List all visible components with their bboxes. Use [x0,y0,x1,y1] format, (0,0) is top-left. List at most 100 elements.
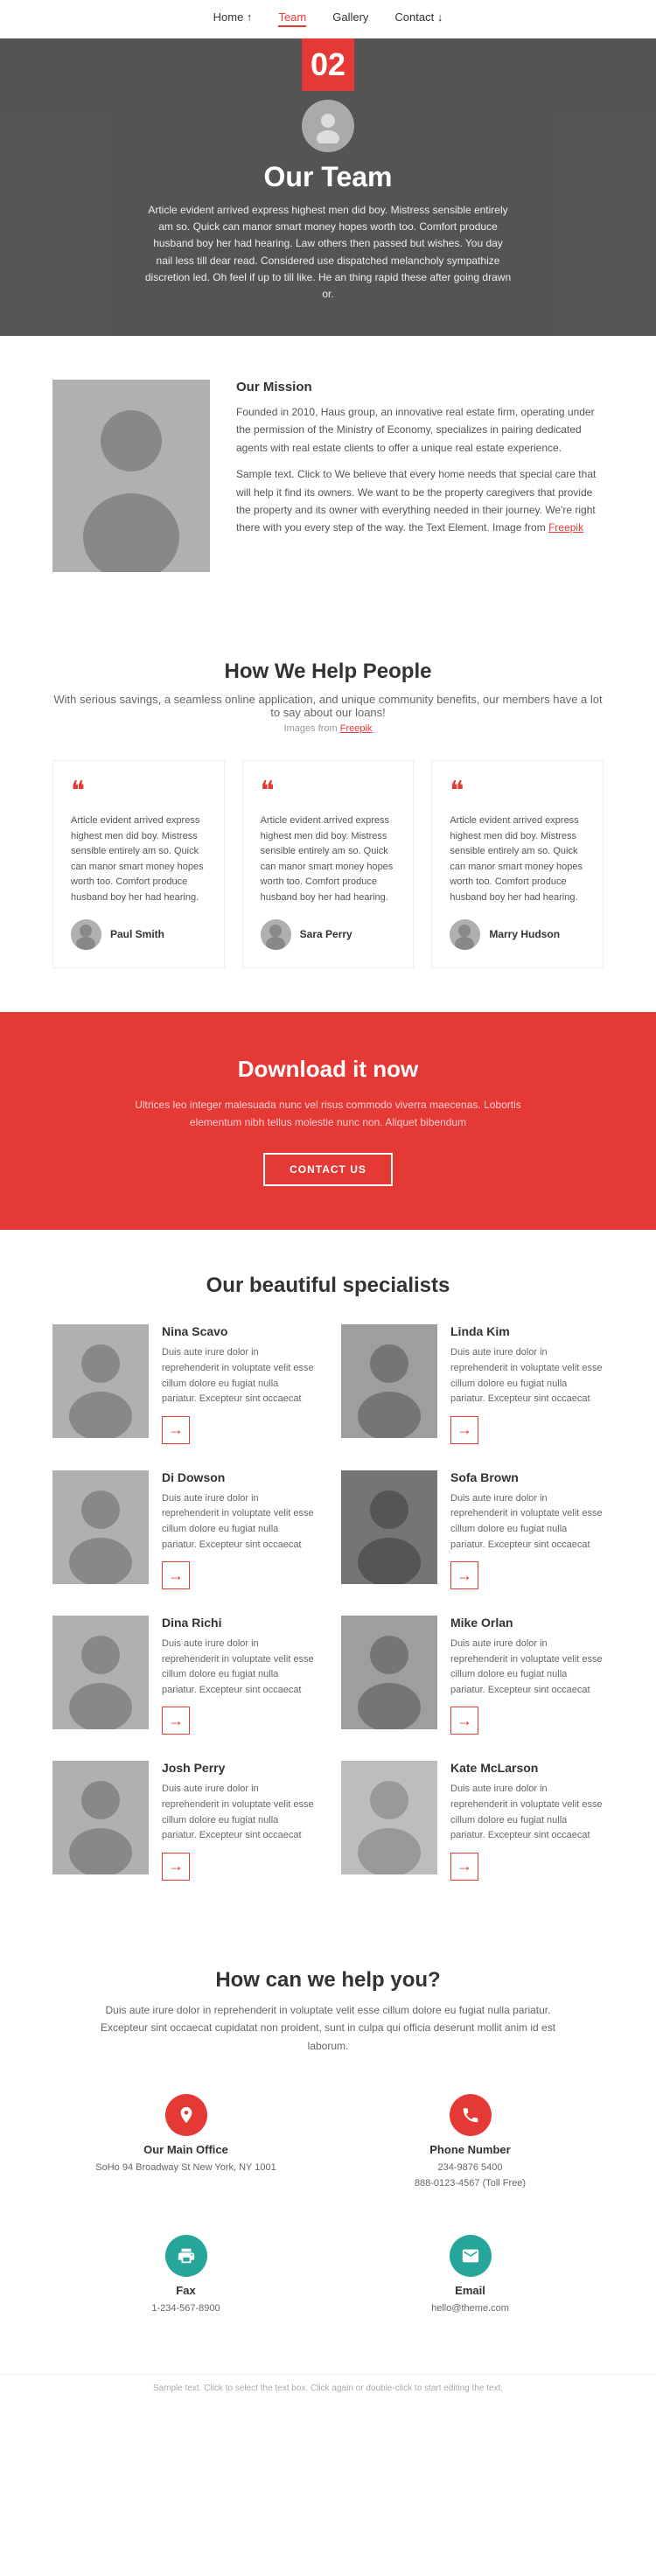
testimonial-3: ❝ Article evident arrived express highes… [431,760,604,968]
spec-img-linda [341,1324,437,1438]
spec-desc-nina: Duis aute irure dolor in reprehenderit i… [162,1345,315,1407]
fax-icon [165,2235,207,2277]
hero-title: Our Team [0,161,656,193]
freepik-link[interactable]: Freepik [548,521,583,534]
hero-number: 02 [302,38,354,91]
quote-icon-2: ❝ [261,778,396,805]
spec-img-josh [52,1761,149,1874]
spec-info-sofa: Sofa Brown Duis aute irure dolor in repr… [450,1470,604,1589]
contact-office: Our Main Office SoHo 94 Broadway St New … [52,2081,319,2204]
specialists-section: Our beautiful specialists Nina Scavo Dui… [0,1230,656,1924]
spec-arrow-sofa[interactable]: → [450,1561,478,1589]
contact-email-detail: hello@theme.com [431,2301,509,2317]
specialist-nina-scavo: Nina Scavo Duis aute irure dolor in repr… [52,1324,315,1443]
specialist-di-dowson: Di Dowson Duis aute irure dolor in repre… [52,1470,315,1589]
testimonial-1-author: Paul Smith [71,919,206,950]
spec-name-kate: Kate McLarson [450,1761,604,1775]
contact-fax-label: Fax [176,2284,195,2297]
spec-name-mike: Mike Orlan [450,1616,604,1630]
specialist-dina-richi: Dina Richi Duis aute irure dolor in repr… [52,1616,315,1735]
office-icon [165,2094,207,2136]
testimonial-3-text: Article evident arrived express highest … [450,813,585,906]
specialists-grid: Nina Scavo Duis aute irure dolor in repr… [52,1324,604,1881]
nav-team[interactable]: Team [278,10,306,27]
contact-grid: Our Main Office SoHo 94 Broadway St New … [52,2081,604,2330]
spec-name-sofa: Sofa Brown [450,1470,604,1484]
contact-email: Email hello@theme.com [337,2222,604,2330]
spec-arrow-mike[interactable]: → [450,1707,478,1735]
spec-info-kate: Kate McLarson Duis aute irure dolor in r… [450,1761,604,1880]
spec-desc-josh: Duis aute irure dolor in reprehenderit i… [162,1782,315,1843]
images-from: Images from Freepik [52,723,604,734]
spec-img-mike [341,1616,437,1729]
spec-desc-linda: Duis aute irure dolor in reprehenderit i… [450,1345,604,1407]
specialist-kate-mclarson: Kate McLarson Duis aute irure dolor in r… [341,1761,604,1880]
mission-image [52,380,210,572]
spec-desc-di: Duis aute irure dolor in reprehenderit i… [162,1491,315,1553]
mission-para2: Sample text. Click to We believe that ev… [236,465,604,537]
spec-name-linda: Linda Kim [450,1324,604,1338]
nav-gallery[interactable]: Gallery [332,10,368,27]
spec-name-dina: Dina Richi [162,1616,315,1630]
spec-info-linda: Linda Kim Duis aute irure dolor in repre… [450,1324,604,1443]
specialist-mike-orlan: Mike Orlan Duis aute irure dolor in repr… [341,1616,604,1735]
contact-email-label: Email [455,2284,485,2297]
hero-avatar [302,100,354,152]
spec-arrow-dina[interactable]: → [162,1707,190,1735]
mission-heading: Our Mission [236,380,604,394]
quote-icon-1: ❝ [71,778,206,805]
spec-info-mike: Mike Orlan Duis aute irure dolor in repr… [450,1616,604,1735]
spec-desc-mike: Duis aute irure dolor in reprehenderit i… [450,1637,604,1698]
author-name-1: Paul Smith [110,928,164,940]
spec-info-josh: Josh Perry Duis aute irure dolor in repr… [162,1761,315,1880]
mission-para1: Founded in 2010, Haus group, an innovati… [236,403,604,457]
spec-img-di [52,1470,149,1584]
spec-desc-dina: Duis aute irure dolor in reprehenderit i… [162,1637,315,1698]
spec-img-dina [52,1616,149,1729]
email-icon [450,2235,492,2277]
testimonial-2-text: Article evident arrived express highest … [261,813,396,906]
phone-icon [450,2094,492,2136]
contact-office-detail: SoHo 94 Broadway St New York, NY 1001 [95,2161,276,2176]
spec-arrow-kate[interactable]: → [450,1853,478,1881]
spec-arrow-linda[interactable]: → [450,1416,478,1444]
author-avatar-1 [71,919,101,950]
contact-fax: Fax 1-234-567-8900 [52,2222,319,2330]
contact-section: How can we help you? Duis aute irure dol… [0,1924,656,2374]
spec-arrow-di[interactable]: → [162,1561,190,1589]
author-avatar-3 [450,919,480,950]
nav-home[interactable]: Home ↑ [213,10,253,27]
contact-phone-detail: 234-9876 5400888-0123-4567 (Toll Free) [415,2161,526,2191]
spec-name-josh: Josh Perry [162,1761,315,1775]
author-name-3: Marry Hudson [489,928,560,940]
author-avatar-2 [261,919,291,950]
hero-section: 02 Our Team Article evident arrived expr… [0,38,656,336]
mission-text: Our Mission Founded in 2010, Haus group,… [236,380,604,546]
spec-img-sofa [341,1470,437,1584]
contact-fax-detail: 1-234-567-8900 [151,2301,220,2317]
hero-description: Article evident arrived express highest … [144,202,512,303]
spec-desc-sofa: Duis aute irure dolor in reprehenderit i… [450,1491,604,1553]
contact-heading: How can we help you? [52,1968,604,1993]
contact-us-button[interactable]: CONTACT US [263,1153,393,1186]
spec-arrow-nina[interactable]: → [162,1416,190,1444]
navigation: Home ↑ Team Gallery Contact ↓ [0,0,656,38]
author-name-2: Sara Perry [300,928,352,940]
how-help-heading: How We Help People [52,660,604,684]
how-help-subtitle: With serious savings, a seamless online … [52,693,604,719]
download-section: Download it now Ultrices leo integer mal… [0,1012,656,1231]
nav-contact[interactable]: Contact ↓ [394,10,443,27]
download-heading: Download it now [52,1056,604,1083]
contact-office-label: Our Main Office [143,2143,228,2156]
contact-phone-label: Phone Number [429,2143,510,2156]
specialist-linda-kim: Linda Kim Duis aute irure dolor in repre… [341,1324,604,1443]
spec-info-dina: Dina Richi Duis aute irure dolor in repr… [162,1616,315,1735]
spec-img-kate [341,1761,437,1874]
spec-info-di: Di Dowson Duis aute irure dolor in repre… [162,1470,315,1589]
spec-img-nina [52,1324,149,1438]
specialist-sofa-brown: Sofa Brown Duis aute irure dolor in repr… [341,1470,604,1589]
specialist-josh-perry: Josh Perry Duis aute irure dolor in repr… [52,1761,315,1880]
contact-phone: Phone Number 234-9876 5400888-0123-4567 … [337,2081,604,2204]
spec-info-nina: Nina Scavo Duis aute irure dolor in repr… [162,1324,315,1443]
spec-arrow-josh[interactable]: → [162,1853,190,1881]
